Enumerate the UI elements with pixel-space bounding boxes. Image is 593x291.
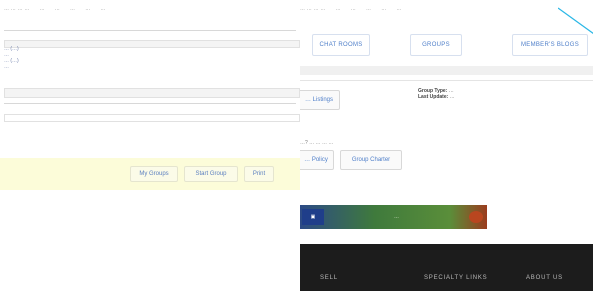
- divider: [4, 30, 296, 31]
- listings-button[interactable]: … Listings: [300, 90, 340, 110]
- top-navigation: … … … … … … … … …: [4, 6, 106, 18]
- my-groups-button[interactable]: My Groups: [130, 166, 178, 182]
- list-item[interactable]: …: [4, 64, 19, 70]
- footer-link-specialty-links[interactable]: SPECIALTY LINKS: [424, 275, 487, 281]
- tab-groups[interactable]: GROUPS: [410, 34, 462, 56]
- nav-item[interactable]: …: [366, 6, 371, 18]
- right-page-pane: … … … … … … … … … CHAT ROOMS GROUPS MEMB…: [300, 0, 593, 291]
- left-page-pane: … … … … … … … … … … (…) … … (…) … My Gro…: [0, 0, 300, 291]
- form-row[interactable]: [4, 114, 300, 122]
- banner-text: …: [394, 214, 399, 220]
- nav-item[interactable]: …: [381, 6, 386, 18]
- tab-chat-rooms[interactable]: CHAT ROOMS: [312, 34, 370, 56]
- form-row[interactable]: [4, 88, 300, 98]
- advertisement-banner[interactable]: ▣ …: [300, 205, 487, 229]
- divider: [300, 80, 593, 81]
- group-info: Group Type: … Last Update: …: [418, 88, 455, 100]
- policy-button[interactable]: … Policy: [300, 150, 334, 170]
- nav-item[interactable]: …: [100, 6, 105, 18]
- footer-link-about-us[interactable]: ABOUT US: [526, 275, 563, 281]
- footer-link-sell[interactable]: SELL: [320, 275, 338, 281]
- nav-item[interactable]: … … … …: [4, 6, 30, 18]
- info-note: …? … … … …: [300, 140, 334, 146]
- diagonal-line-icon: [558, 7, 593, 34]
- start-group-button[interactable]: Start Group: [184, 166, 238, 182]
- divider: [4, 103, 296, 104]
- tab-members-blogs[interactable]: MEMBER'S BLOGS: [512, 34, 588, 56]
- last-update-label: Last Update:: [418, 94, 449, 100]
- nav-item[interactable]: … … … …: [300, 6, 326, 18]
- section-band: [300, 66, 593, 75]
- nav-item[interactable]: …: [70, 6, 75, 18]
- nav-item[interactable]: …: [351, 6, 356, 18]
- nav-item[interactable]: …: [336, 6, 341, 18]
- form-row[interactable]: [4, 40, 300, 48]
- nav-item[interactable]: …: [85, 6, 90, 18]
- nav-item[interactable]: …: [40, 6, 45, 18]
- top-navigation: … … … … … … … … …: [300, 6, 402, 18]
- group-charter-button[interactable]: Group Charter: [340, 150, 402, 170]
- group-option-list: … (…) … … (…) …: [4, 46, 19, 70]
- nav-item[interactable]: …: [55, 6, 60, 18]
- nav-item[interactable]: …: [396, 6, 401, 18]
- print-button[interactable]: Print: [244, 166, 274, 182]
- footer: SELL SPECIALTY LINKS ABOUT US: [300, 244, 593, 291]
- last-update-value: …: [449, 94, 455, 100]
- banner-logo: ▣: [302, 209, 324, 225]
- football-icon: [469, 211, 483, 223]
